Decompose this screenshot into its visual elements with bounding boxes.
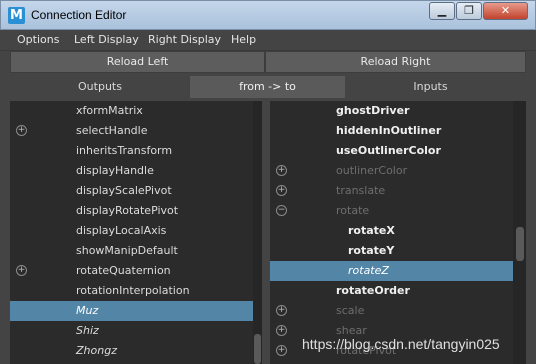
list-item[interactable]: inheritsTransform: [10, 141, 253, 161]
watermark-text: https://blog.csdn.net/tangyin025: [302, 336, 500, 352]
expand-icon[interactable]: +: [276, 185, 287, 196]
list-item[interactable]: displayScalePivot: [10, 181, 253, 201]
list-item-label: rotateX: [348, 224, 395, 237]
list-item-label: displayRotatePivot: [76, 204, 179, 217]
window-title: Connection Editor: [31, 8, 127, 22]
list-item[interactable]: rotateX: [270, 221, 513, 241]
list-item[interactable]: showManipDefault: [10, 241, 253, 261]
list-item-label: xformMatrix: [76, 104, 143, 117]
list-item-label: rotationInterpolation: [76, 284, 190, 297]
list-item-label: rotate: [336, 204, 370, 217]
menu-left-display[interactable]: Left Display: [74, 33, 139, 46]
expand-icon[interactable]: +: [276, 305, 287, 316]
list-item-label: ghostDriver: [336, 104, 410, 117]
reload-right-button[interactable]: Reload Right: [265, 51, 526, 73]
expand-icon[interactable]: +: [276, 345, 287, 356]
right-attribute-list[interactable]: ghostDriver hiddenInOutliner useOutliner…: [270, 101, 526, 364]
list-item-label: inheritsTransform: [76, 144, 173, 157]
title-bar[interactable]: M Connection Editor ▁ ❐ ✕: [0, 0, 536, 30]
menu-options[interactable]: Options: [17, 33, 59, 46]
left-scrollbar[interactable]: [253, 101, 262, 364]
list-item-label: selectHandle: [76, 124, 148, 137]
list-item[interactable]: ghostDriver: [270, 101, 513, 121]
list-item[interactable]: + selectHandle: [10, 121, 253, 141]
list-item[interactable]: + outlinerColor: [270, 161, 513, 181]
outputs-label: Outputs: [78, 80, 122, 93]
list-item[interactable]: hiddenInOutliner: [270, 121, 513, 141]
maya-app-icon: M: [8, 7, 25, 24]
right-scrollbar-thumb[interactable]: [516, 227, 524, 261]
list-item-label: displayLocalAxis: [76, 224, 167, 237]
expand-icon[interactable]: +: [16, 265, 27, 276]
list-item[interactable]: rotateOrder: [270, 281, 513, 301]
list-item[interactable]: + scale: [270, 301, 513, 321]
panel-splitter[interactable]: [262, 101, 270, 364]
left-scrollbar-thumb[interactable]: [254, 334, 261, 364]
list-item[interactable]: + translate: [270, 181, 513, 201]
list-item-label: translate: [336, 184, 386, 197]
list-item-label: rotateQuaternion: [76, 264, 171, 277]
list-item[interactable]: rotateY: [270, 241, 513, 261]
list-item[interactable]: + rotateQuaternion: [10, 261, 253, 281]
from-to-button[interactable]: from -> to: [190, 76, 345, 98]
list-item-label: rotateY: [348, 244, 395, 257]
reload-left-button[interactable]: Reload Left: [10, 51, 265, 73]
expand-icon[interactable]: +: [276, 325, 287, 336]
list-item[interactable]: useOutlinerColor: [270, 141, 513, 161]
list-item-label: rotateZ: [348, 264, 389, 277]
inputs-label: Inputs: [413, 80, 448, 93]
list-item-label: showManipDefault: [76, 244, 178, 257]
list-item-label: rotateOrder: [336, 284, 410, 297]
expand-icon[interactable]: +: [276, 165, 287, 176]
list-item-label: useOutlinerColor: [336, 144, 441, 157]
list-item[interactable]: displayLocalAxis: [10, 221, 253, 241]
list-item-label: displayScalePivot: [76, 184, 172, 197]
right-scrollbar[interactable]: [513, 101, 526, 364]
list-item-label: Shiz: [76, 324, 99, 337]
menu-help[interactable]: Help: [231, 33, 256, 46]
left-attribute-list[interactable]: xformMatrix + selectHandle inheritsTransf…: [10, 101, 262, 364]
minimize-button[interactable]: ▁: [429, 2, 455, 20]
list-item[interactable]: xformMatrix: [10, 101, 253, 121]
list-item-label: displayHandle: [76, 164, 154, 177]
menu-right-display[interactable]: Right Display: [148, 33, 221, 46]
list-item[interactable]: rotationInterpolation: [10, 281, 253, 301]
list-item[interactable]: displayHandle: [10, 161, 253, 181]
list-item-selected[interactable]: Muz: [10, 301, 253, 321]
list-item-selected[interactable]: rotateZ: [270, 261, 513, 281]
list-item-label: scale: [336, 304, 365, 317]
list-item-label: Muz: [76, 304, 99, 317]
list-item[interactable]: Zhongz: [10, 341, 253, 361]
list-item[interactable]: − rotate: [270, 201, 513, 221]
list-item-label: outlinerColor: [336, 164, 408, 177]
list-item[interactable]: Shiz: [10, 321, 253, 341]
close-button[interactable]: ✕: [483, 2, 528, 20]
list-item-label: hiddenInOutliner: [336, 124, 442, 137]
menu-bar: Options Left Display Right Display Help: [0, 30, 536, 51]
list-item-label: Zhongz: [76, 344, 117, 357]
collapse-icon[interactable]: −: [276, 205, 287, 216]
expand-icon[interactable]: +: [16, 125, 27, 136]
maximize-button[interactable]: ❐: [456, 2, 482, 20]
list-item[interactable]: displayRotatePivot: [10, 201, 253, 221]
